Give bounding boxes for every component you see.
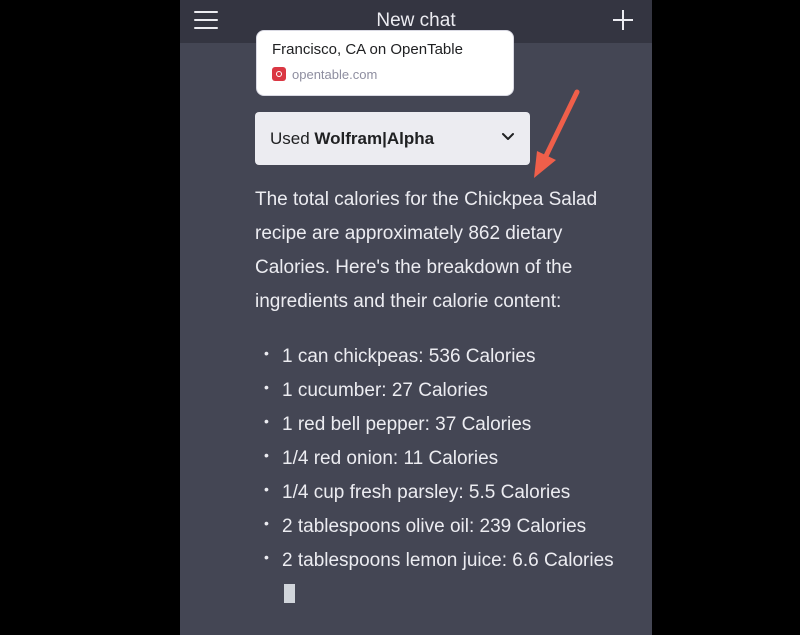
plugin-label: Used Wolfram|Alpha xyxy=(270,129,434,149)
list-item: • 1 can chickpeas: 536 Calories xyxy=(264,340,622,374)
list-item: • 2 tablespoons lemon juice: 6.6 Calories xyxy=(264,544,622,612)
list-item: • 1 red bell pepper: 37 Calories xyxy=(264,408,622,442)
bullet: • xyxy=(264,515,269,531)
list-item-text: 1 cucumber: 27 Calories xyxy=(282,380,488,401)
link-domain: opentable.com xyxy=(292,67,378,82)
list-item-text: 1/4 red onion: 11 Calories xyxy=(282,448,499,469)
list-item: • 1 cucumber: 27 Calories xyxy=(264,374,622,408)
plugin-name: Wolfram|Alpha xyxy=(314,129,435,148)
link-card[interactable]: Francisco, CA on OpenTable opentable.com xyxy=(256,30,514,96)
link-title: Francisco, CA on OpenTable xyxy=(272,41,463,58)
list-item-text: 1 red bell pepper: 37 Calories xyxy=(282,414,532,435)
chevron-down-icon[interactable] xyxy=(501,131,515,143)
opentable-icon xyxy=(272,67,286,81)
bullet: • xyxy=(264,379,269,395)
chat-title: New chat xyxy=(376,10,456,31)
list-item-text: 1/4 cup fresh parsley: 5.5 Calories xyxy=(282,482,571,503)
bullet: • xyxy=(264,549,269,565)
assistant-message: The total calories for the Chickpea Sala… xyxy=(255,183,625,319)
bullet: • xyxy=(264,345,269,361)
list-item-text: 2 tablespoons lemon juice: 6.6 Calories xyxy=(282,550,614,571)
typing-cursor xyxy=(284,584,295,603)
list-item: • 1/4 red onion: 11 Calories xyxy=(264,442,622,476)
bullet: • xyxy=(264,481,269,497)
list-item-text: 2 tablespoons olive oil: 239 Calories xyxy=(282,516,587,537)
ingredient-list: • 1 can chickpeas: 536 Calories • 1 cucumb… xyxy=(264,340,622,612)
chat-window: New chat Francisco, CA on OpenTable open… xyxy=(180,0,652,635)
list-item-text: 1 can chickpeas: 536 Calories xyxy=(282,346,536,367)
plugin-prefix: Used xyxy=(270,129,315,148)
answer-intro: The total calories for the Chickpea Sala… xyxy=(255,189,598,312)
plugin-used-toggle[interactable]: Used Wolfram|Alpha xyxy=(255,112,530,165)
list-item: • 1/4 cup fresh parsley: 5.5 Calories xyxy=(264,476,622,510)
bullet: • xyxy=(264,413,269,429)
plus-icon[interactable] xyxy=(612,8,634,32)
bullet: • xyxy=(264,447,269,463)
list-item: • 2 tablespoons olive oil: 239 Calories xyxy=(264,510,622,544)
